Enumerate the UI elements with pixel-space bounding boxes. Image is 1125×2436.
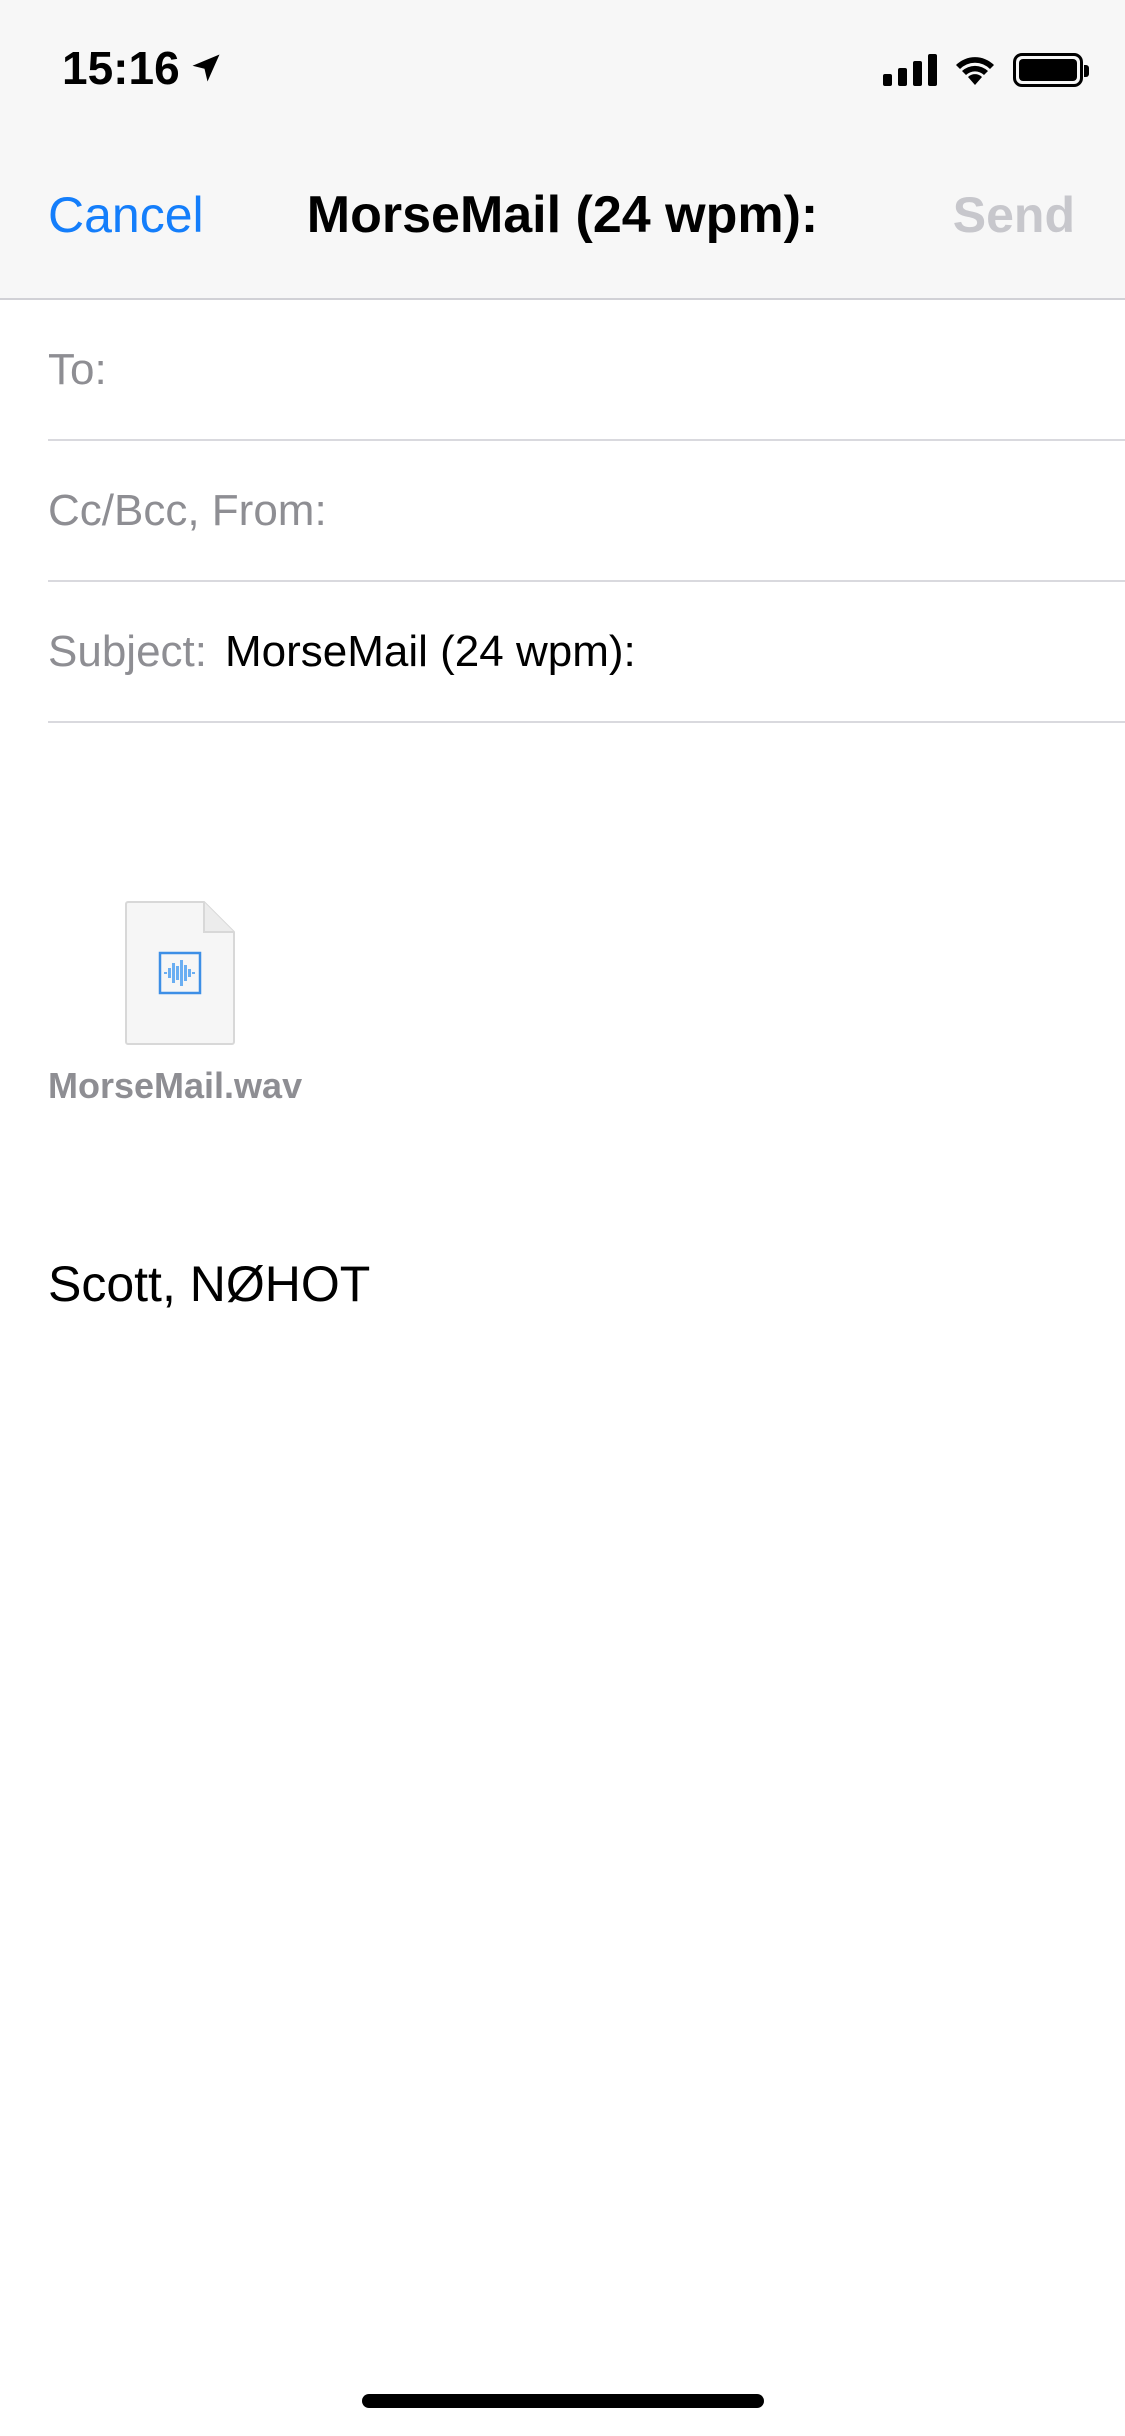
subject-value[interactable]: MorseMail (24 wpm): [225, 627, 636, 677]
wifi-icon [956, 57, 994, 85]
to-label: To: [48, 344, 107, 394]
attachment-filename: MorseMail.wav [48, 1065, 303, 1106]
audio-file-icon [125, 901, 235, 1045]
cc-bcc-from-label: Cc/Bcc, From: [48, 485, 327, 535]
cellular-signal-icon [883, 54, 937, 86]
status-time-text: 15:16 [62, 42, 180, 94]
subject-field[interactable]: Subject: MorseMail (24 wpm): [48, 582, 1125, 723]
message-body-signature[interactable]: Scott, NØHOT [48, 1255, 370, 1313]
home-indicator[interactable] [362, 2394, 764, 2408]
location-arrow-icon [192, 54, 220, 82]
subject-label: Subject: [48, 626, 207, 676]
status-time: 15:16 [62, 40, 224, 96]
compose-mail-screen: 15:16 MorseMail (24 wpm): Cancel Send To… [0, 0, 1125, 2436]
cancel-button[interactable]: Cancel [48, 180, 204, 250]
cc-bcc-from-field[interactable]: Cc/Bcc, From: [48, 441, 1125, 582]
send-button[interactable]: Send [953, 180, 1075, 250]
to-field[interactable]: To: [48, 300, 1125, 441]
header-area: 15:16 MorseMail (24 wpm): Cancel Send [0, 0, 1125, 300]
attachment[interactable]: MorseMail.wav [48, 900, 328, 1107]
status-icons [883, 50, 1089, 90]
battery-icon [1013, 53, 1089, 87]
